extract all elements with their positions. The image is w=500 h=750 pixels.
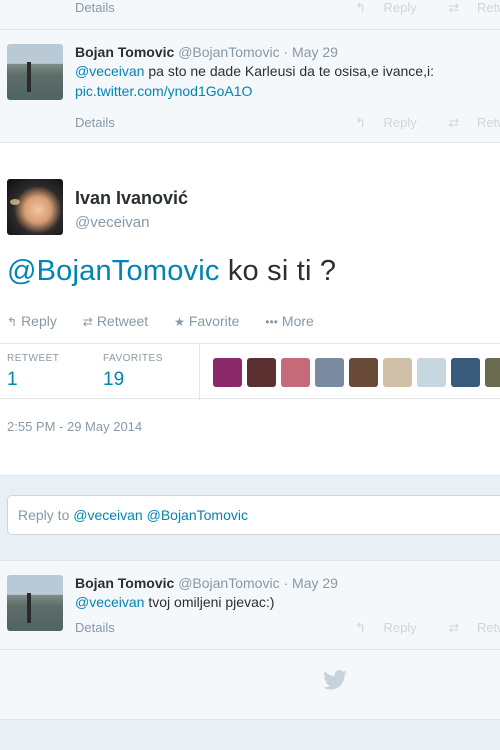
mention-link[interactable]: @veceivan — [75, 63, 144, 79]
reply-box-container: Reply to @veceivan @BojanTomovic — [0, 476, 500, 561]
favoriter-avatars — [213, 358, 500, 387]
separator: · — [283, 44, 289, 60]
timestamp[interactable]: May 29 — [292, 575, 338, 591]
retweet-icon: ⇄ — [448, 620, 460, 635]
tweet-stats: RETWEET 1 FAVORITES 19 — [0, 343, 500, 400]
favorites-count: 19 — [103, 369, 125, 390]
reply-icon: ↰ — [7, 315, 18, 329]
reply-input[interactable]: Reply to @veceivan @BojanTomovic — [7, 495, 500, 535]
twitter-bird-icon — [323, 670, 347, 690]
details-link[interactable]: Details — [75, 620, 115, 635]
username[interactable]: @veceivan — [75, 214, 149, 231]
retweet-count: 1 — [7, 369, 18, 390]
favoriter-avatar[interactable] — [485, 358, 500, 387]
favoriter-avatar[interactable] — [383, 358, 412, 387]
reply-tweet[interactable]: Bojan Tomovic @BojanTomovic · May 29 @ve… — [0, 561, 500, 650]
thread-end — [0, 650, 500, 720]
details-link[interactable]: Details — [75, 115, 115, 130]
reply-prefix: Reply to — [18, 507, 74, 523]
tweet-text: @veceivan pa sto ne dade Karleusi da te … — [75, 61, 500, 81]
favoriter-avatar[interactable] — [213, 358, 242, 387]
tweet-text-body: pa sto ne dade Karleusi da te osisa,e iv… — [144, 63, 434, 79]
media-link[interactable]: pic.twitter.com/ynod1GoA1O — [75, 83, 252, 99]
reply-mention: @BojanTomovic — [146, 507, 248, 523]
retweet-button[interactable]: ⇄ Retweet — [83, 313, 148, 329]
mention-link[interactable]: @BojanTomovic — [7, 255, 220, 287]
fullname[interactable]: Bojan Tomovic — [75, 44, 174, 60]
reply-action[interactable]: ↰ Reply — [355, 115, 431, 130]
username[interactable]: @BojanTomovic — [178, 575, 279, 591]
divider — [199, 344, 200, 400]
favorite-button[interactable]: ★ Favorite — [174, 313, 239, 329]
permalink-tweet: Ivan Ivanović @veceivan @BojanTomovic ko… — [0, 143, 500, 476]
tweet-text: @BojanTomovic ko si ti ? — [7, 255, 336, 288]
retweet-icon: ⇄ — [82, 315, 93, 329]
retweet-icon: ⇄ — [448, 0, 460, 15]
tweet-actions: ↰ Reply ⇄ Retweet ★ Favorite ••• More — [7, 313, 336, 329]
previous-tweet-fragment: Details ↰ Reply ⇄ Retweet — [0, 0, 500, 30]
mention-link[interactable]: @veceivan — [75, 594, 144, 610]
separator: · — [283, 575, 289, 591]
favoriter-avatar[interactable] — [247, 358, 276, 387]
avatar[interactable] — [7, 179, 63, 235]
retweet-action[interactable]: ⇄ Retweet — [448, 115, 500, 130]
reply-icon: ↰ — [355, 620, 366, 635]
fullname[interactable]: Ivan Ivanović — [75, 188, 188, 209]
fullname[interactable]: Bojan Tomovic — [75, 575, 174, 591]
reply-action[interactable]: ↰ Reply — [355, 620, 431, 635]
favorites-stat-label: FAVORITES — [103, 353, 163, 364]
reply-button[interactable]: ↰ Reply — [7, 313, 57, 329]
retweet-stat[interactable]: RETWEET 1 — [7, 353, 59, 391]
retweet-stat-label: RETWEET — [7, 353, 60, 364]
reply-tweet[interactable]: Bojan Tomovic @BojanTomovic · May 29 @ve… — [0, 30, 500, 143]
star-icon: ★ — [174, 315, 185, 329]
avatar[interactable] — [7, 575, 63, 631]
username[interactable]: @BojanTomovic — [178, 44, 279, 60]
favoriter-avatar[interactable] — [349, 358, 378, 387]
reply-icon: ↰ — [355, 0, 366, 15]
tweet-text-body: ko si ti ? — [219, 255, 337, 287]
tweet-datetime[interactable]: 2:55 PM - 29 May 2014 — [7, 419, 142, 434]
favoriter-avatar[interactable] — [281, 358, 310, 387]
retweet-action[interactable]: ⇄ Retweet — [448, 0, 500, 15]
reply-icon: ↰ — [355, 115, 366, 130]
timestamp[interactable]: May 29 — [292, 44, 338, 60]
favoriter-avatar[interactable] — [315, 358, 344, 387]
favoriter-avatar[interactable] — [451, 358, 480, 387]
favorites-stat[interactable]: FAVORITES 19 — [103, 353, 163, 391]
details-link[interactable]: Details — [75, 0, 115, 15]
retweet-action[interactable]: ⇄ Retweet — [448, 620, 500, 635]
reply-mention: @veceivan — [73, 507, 143, 523]
favoriter-avatar[interactable] — [417, 358, 446, 387]
tweet-text-body: tvoj omiljeni pjevac:) — [144, 594, 275, 610]
more-button[interactable]: ••• More — [265, 313, 314, 329]
reply-action[interactable]: ↰ Reply — [355, 0, 431, 15]
more-icon: ••• — [265, 315, 278, 329]
avatar[interactable] — [7, 44, 63, 100]
retweet-icon: ⇄ — [448, 115, 460, 130]
tweet-text: @veceivan tvoj omiljeni pjevac:) — [75, 592, 500, 612]
